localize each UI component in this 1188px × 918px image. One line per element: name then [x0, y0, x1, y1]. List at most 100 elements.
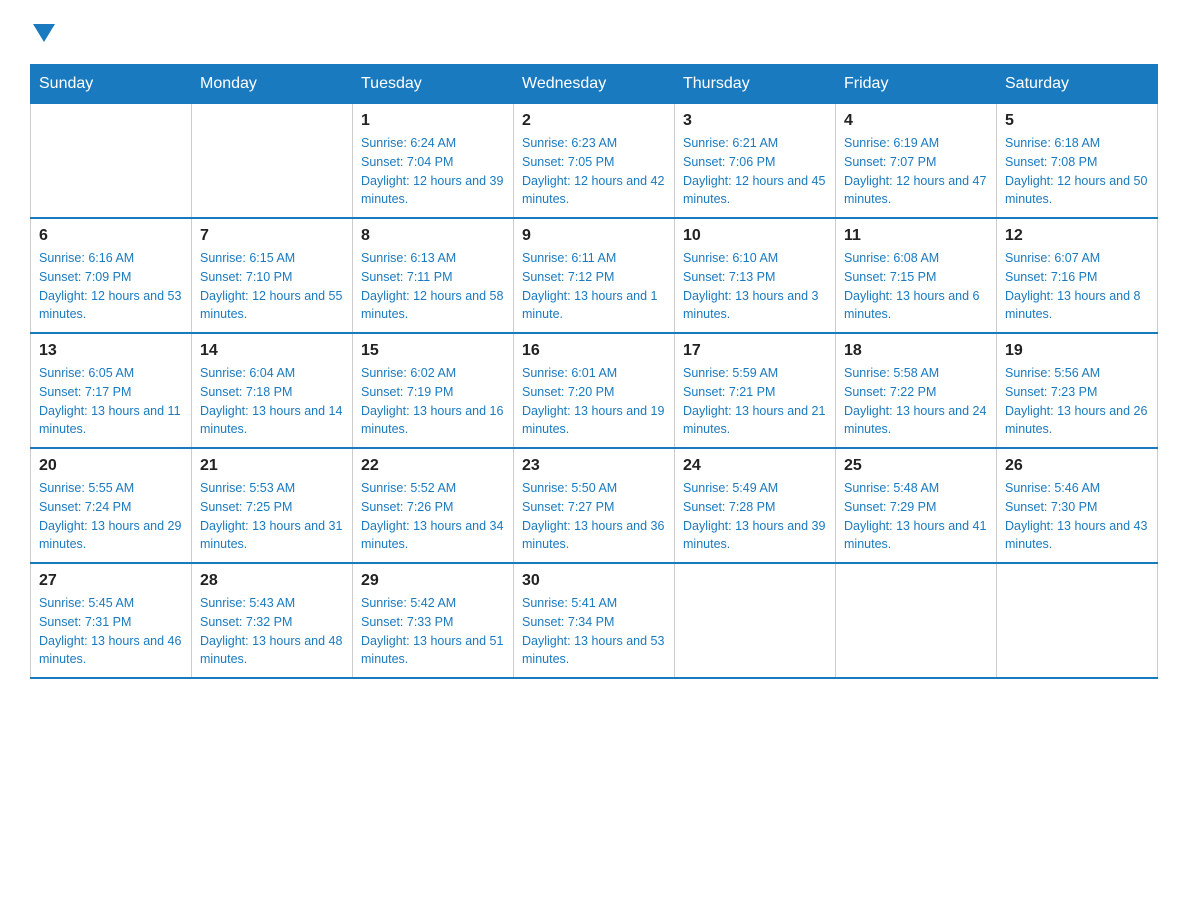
day-number: 19	[1005, 342, 1149, 360]
day-number: 22	[361, 457, 505, 475]
day-number: 4	[844, 112, 988, 130]
calendar-cell: 2Sunrise: 6:23 AMSunset: 7:05 PMDaylight…	[514, 104, 675, 219]
calendar-cell: 21 Sunrise: 5:53 AMSunset: 7:25 PMDayligh…	[192, 448, 353, 563]
day-info: Sunrise: 6:04 AMSunset: 7:18 PMDaylight:…	[200, 364, 344, 439]
day-info: Sunrise: 6:15 AMSunset: 7:10 PMDaylight:…	[200, 249, 344, 324]
day-info: Sunrise: 5:52 AMSunset: 7:26 PMDaylight:…	[361, 479, 505, 554]
day-number: 21	[200, 457, 344, 475]
day-number: 9	[522, 227, 666, 245]
day-info: Sunrise: 5:41 AMSunset: 7:34 PMDaylight:…	[522, 594, 666, 669]
day-info: Sunrise: 5:53 AMSunset: 7:25 PMDaylight:…	[200, 479, 344, 554]
calendar-cell: 22 Sunrise: 5:52 AMSunset: 7:26 PMDayligh…	[353, 448, 514, 563]
day-number: 5	[1005, 112, 1149, 130]
calendar-cell: 27Sunrise: 5:45 AMSunset: 7:31 PMDayligh…	[31, 563, 192, 678]
day-info: Sunrise: 5:43 AMSunset: 7:32 PMDaylight:…	[200, 594, 344, 669]
calendar-week-row: 1 Sunrise: 6:24 AMSunset: 7:04 PMDaylight…	[31, 104, 1158, 219]
day-info: Sunrise: 6:21 AMSunset: 7:06 PMDaylight:…	[683, 134, 827, 209]
calendar-cell: 19 Sunrise: 5:56 AMSunset: 7:23 PMDayligh…	[997, 333, 1158, 448]
logo-triangle-icon	[33, 24, 55, 46]
day-info: Sunrise: 6:11 AMSunset: 7:12 PMDaylight:…	[522, 249, 666, 324]
weekday-header-sunday: Sunday	[31, 65, 192, 104]
day-info: Sunrise: 5:56 AMSunset: 7:23 PMDaylight:…	[1005, 364, 1149, 439]
calendar-cell: 15 Sunrise: 6:02 AMSunset: 7:19 PMDayligh…	[353, 333, 514, 448]
logo	[30, 20, 55, 46]
calendar-cell: 7 Sunrise: 6:15 AMSunset: 7:10 PMDaylight…	[192, 218, 353, 333]
calendar-week-row: 6 Sunrise: 6:16 AMSunset: 7:09 PMDaylight…	[31, 218, 1158, 333]
day-info: Sunrise: 5:50 AMSunset: 7:27 PMDaylight:…	[522, 479, 666, 554]
calendar-cell: 20 Sunrise: 5:55 AMSunset: 7:24 PMDayligh…	[31, 448, 192, 563]
day-info: Sunrise: 6:08 AMSunset: 7:15 PMDaylight:…	[844, 249, 988, 324]
day-number: 26	[1005, 457, 1149, 475]
calendar-week-row: 13Sunrise: 6:05 AMSunset: 7:17 PMDayligh…	[31, 333, 1158, 448]
day-number: 14	[200, 342, 344, 360]
weekday-header-thursday: Thursday	[675, 65, 836, 104]
calendar-cell: 13Sunrise: 6:05 AMSunset: 7:17 PMDayligh…	[31, 333, 192, 448]
day-info: Sunrise: 6:07 AMSunset: 7:16 PMDaylight:…	[1005, 249, 1149, 324]
calendar-cell: 3 Sunrise: 6:21 AMSunset: 7:06 PMDaylight…	[675, 104, 836, 219]
weekday-header-tuesday: Tuesday	[353, 65, 514, 104]
day-number: 13	[39, 342, 183, 360]
calendar-week-row: 20 Sunrise: 5:55 AMSunset: 7:24 PMDayligh…	[31, 448, 1158, 563]
weekday-header-wednesday: Wednesday	[514, 65, 675, 104]
calendar-cell: 1 Sunrise: 6:24 AMSunset: 7:04 PMDaylight…	[353, 104, 514, 219]
calendar-cell	[31, 104, 192, 219]
calendar-table: SundayMondayTuesdayWednesdayThursdayFrid…	[30, 64, 1158, 679]
day-info: Sunrise: 6:16 AMSunset: 7:09 PMDaylight:…	[39, 249, 183, 324]
day-number: 8	[361, 227, 505, 245]
day-info: Sunrise: 6:19 AMSunset: 7:07 PMDaylight:…	[844, 134, 988, 209]
day-info: Sunrise: 5:49 AMSunset: 7:28 PMDaylight:…	[683, 479, 827, 554]
calendar-cell	[836, 563, 997, 678]
day-number: 10	[683, 227, 827, 245]
day-info: Sunrise: 6:01 AMSunset: 7:20 PMDaylight:…	[522, 364, 666, 439]
day-number: 17	[683, 342, 827, 360]
day-number: 6	[39, 227, 183, 245]
day-number: 15	[361, 342, 505, 360]
calendar-cell: 6 Sunrise: 6:16 AMSunset: 7:09 PMDaylight…	[31, 218, 192, 333]
weekday-header-monday: Monday	[192, 65, 353, 104]
calendar-header-row: SundayMondayTuesdayWednesdayThursdayFrid…	[31, 65, 1158, 104]
calendar-cell: 24 Sunrise: 5:49 AMSunset: 7:28 PMDayligh…	[675, 448, 836, 563]
day-number: 7	[200, 227, 344, 245]
calendar-cell: 4 Sunrise: 6:19 AMSunset: 7:07 PMDaylight…	[836, 104, 997, 219]
day-info: Sunrise: 5:55 AMSunset: 7:24 PMDaylight:…	[39, 479, 183, 554]
day-number: 23	[522, 457, 666, 475]
calendar-cell: 17 Sunrise: 5:59 AMSunset: 7:21 PMDayligh…	[675, 333, 836, 448]
calendar-cell: 18 Sunrise: 5:58 AMSunset: 7:22 PMDayligh…	[836, 333, 997, 448]
weekday-header-friday: Friday	[836, 65, 997, 104]
calendar-cell: 14 Sunrise: 6:04 AMSunset: 7:18 PMDayligh…	[192, 333, 353, 448]
day-info: Sunrise: 5:58 AMSunset: 7:22 PMDaylight:…	[844, 364, 988, 439]
day-info: Sunrise: 6:18 AMSunset: 7:08 PMDaylight:…	[1005, 134, 1149, 209]
calendar-cell: 5 Sunrise: 6:18 AMSunset: 7:08 PMDaylight…	[997, 104, 1158, 219]
page-header	[30, 20, 1158, 46]
day-number: 25	[844, 457, 988, 475]
calendar-cell: 29 Sunrise: 5:42 AMSunset: 7:33 PMDayligh…	[353, 563, 514, 678]
day-info: Sunrise: 5:45 AMSunset: 7:31 PMDaylight:…	[39, 594, 183, 669]
day-number: 30	[522, 572, 666, 590]
calendar-cell: 26 Sunrise: 5:46 AMSunset: 7:30 PMDayligh…	[997, 448, 1158, 563]
calendar-cell: 28 Sunrise: 5:43 AMSunset: 7:32 PMDayligh…	[192, 563, 353, 678]
day-number: 18	[844, 342, 988, 360]
day-number: 20	[39, 457, 183, 475]
day-info: Sunrise: 6:23 AMSunset: 7:05 PMDaylight:…	[522, 134, 666, 209]
day-info: Sunrise: 5:59 AMSunset: 7:21 PMDaylight:…	[683, 364, 827, 439]
calendar-cell: 11 Sunrise: 6:08 AMSunset: 7:15 PMDayligh…	[836, 218, 997, 333]
day-info: Sunrise: 6:02 AMSunset: 7:19 PMDaylight:…	[361, 364, 505, 439]
calendar-cell	[192, 104, 353, 219]
calendar-cell: 9 Sunrise: 6:11 AMSunset: 7:12 PMDaylight…	[514, 218, 675, 333]
day-number: 12	[1005, 227, 1149, 245]
calendar-cell: 30 Sunrise: 5:41 AMSunset: 7:34 PMDayligh…	[514, 563, 675, 678]
calendar-cell	[997, 563, 1158, 678]
day-number: 24	[683, 457, 827, 475]
day-info: Sunrise: 5:42 AMSunset: 7:33 PMDaylight:…	[361, 594, 505, 669]
calendar-cell: 16 Sunrise: 6:01 AMSunset: 7:20 PMDayligh…	[514, 333, 675, 448]
day-number: 1	[361, 112, 505, 130]
day-number: 3	[683, 112, 827, 130]
calendar-cell: 8Sunrise: 6:13 AMSunset: 7:11 PMDaylight…	[353, 218, 514, 333]
day-info: Sunrise: 5:48 AMSunset: 7:29 PMDaylight:…	[844, 479, 988, 554]
day-number: 11	[844, 227, 988, 245]
day-number: 28	[200, 572, 344, 590]
day-number: 16	[522, 342, 666, 360]
day-info: Sunrise: 6:24 AMSunset: 7:04 PMDaylight:…	[361, 134, 505, 209]
day-number: 29	[361, 572, 505, 590]
day-info: Sunrise: 5:46 AMSunset: 7:30 PMDaylight:…	[1005, 479, 1149, 554]
